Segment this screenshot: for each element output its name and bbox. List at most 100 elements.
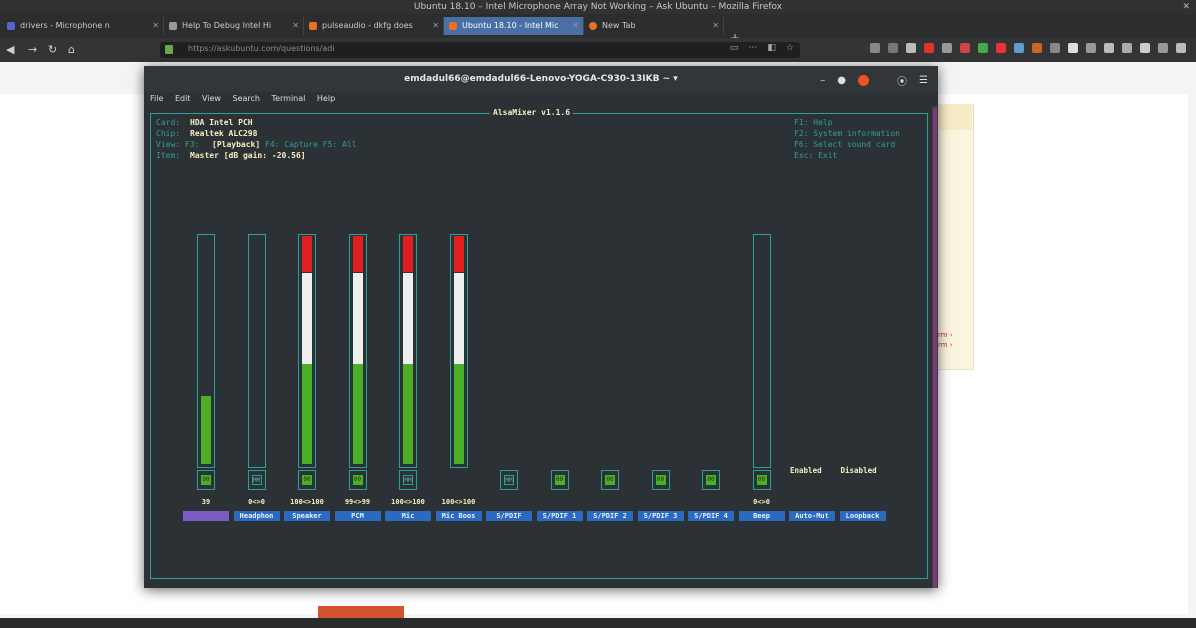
tab-close-icon[interactable]: ✕ xyxy=(292,17,299,35)
reader-view-icon[interactable]: ▭ xyxy=(730,43,739,53)
volume-bar-pcm[interactable] xyxy=(348,234,367,468)
close-icon[interactable] xyxy=(858,75,870,86)
channel-label-master[interactable] xyxy=(183,511,229,521)
close-window-icon[interactable]: ✕ xyxy=(1182,0,1190,14)
enum-value-auto-mut[interactable]: Enabled xyxy=(790,466,822,475)
mute-toggle-pcm[interactable]: 00 xyxy=(348,470,367,490)
volume-fill-red xyxy=(403,236,413,273)
channel-label-s-pdif-3[interactable]: S/PDIF 3 xyxy=(637,511,684,521)
extension-icon[interactable] xyxy=(1032,43,1042,53)
extension-icon[interactable] xyxy=(1086,43,1096,53)
mute-toggle-speaker[interactable]: 00 xyxy=(298,470,316,490)
window-title: Ubuntu 18.10 – Intel Microphone Array No… xyxy=(413,2,783,12)
extension-icon[interactable] xyxy=(1122,43,1132,53)
fkey-select-card: F6: Select sound card xyxy=(794,140,896,149)
mute-toggle-s-pdif[interactable]: MM xyxy=(500,470,518,490)
minimize-icon[interactable]: – xyxy=(820,75,825,86)
volume-fill-red xyxy=(352,236,363,273)
tab-close-icon[interactable]: ✕ xyxy=(432,17,439,35)
mute-toggle-beep[interactable]: 00 xyxy=(752,470,771,490)
volume-fill-red xyxy=(453,236,464,273)
tab-close-icon[interactable]: ✕ xyxy=(152,17,159,35)
channel-label-pcm[interactable]: PCM xyxy=(334,511,381,521)
volume-bar-master[interactable] xyxy=(197,234,215,468)
extension-icon[interactable] xyxy=(978,43,988,53)
sidebar-link[interactable]: rm › xyxy=(938,340,953,350)
menu-file[interactable]: File xyxy=(150,94,163,103)
view-playback[interactable]: [Playback] xyxy=(212,140,260,149)
channel-label-s-pdif-1[interactable]: S/PDIF 1 xyxy=(536,511,583,521)
extension-icon[interactable] xyxy=(1140,43,1150,53)
volume-bar-mic[interactable] xyxy=(399,234,417,468)
mute-toggle-headphon[interactable]: MM xyxy=(247,470,266,490)
reload-button[interactable]: ↻ xyxy=(48,43,57,56)
url-bar[interactable]: https://askubuntu.com/questions/adi ▭ ⋯ … xyxy=(160,42,800,58)
extension-icon[interactable] xyxy=(1158,43,1168,53)
back-button[interactable]: ◀ xyxy=(6,43,14,56)
terminal-window[interactable]: emdadul66@emdadul66-Lenovo-YOGA-C930-13I… xyxy=(144,66,938,588)
extension-icon[interactable] xyxy=(1050,43,1060,53)
extension-icon[interactable] xyxy=(924,43,934,53)
view-other[interactable]: F4: Capture F5: All xyxy=(265,140,357,149)
search-icon[interactable]: ⦿ xyxy=(897,73,907,88)
extension-icon[interactable] xyxy=(996,43,1006,53)
tab-1[interactable]: Help To Debug Intel Hi ✕ xyxy=(164,17,304,35)
channel-label-speaker[interactable]: Speaker xyxy=(284,511,330,521)
menu-terminal[interactable]: Terminal xyxy=(272,94,306,103)
view-value: [Playback] F4: Capture F5: All xyxy=(212,140,357,149)
hamburger-menu-icon[interactable]: ☰ xyxy=(919,75,928,86)
chevron-down-icon[interactable]: ▾ xyxy=(673,74,678,84)
extension-icon[interactable] xyxy=(1014,43,1024,53)
home-button[interactable]: ⌂ xyxy=(68,43,75,56)
channel-label-mic-boos[interactable]: Mic Boos xyxy=(435,511,482,521)
channel-label-loopback[interactable]: Loopback xyxy=(839,511,886,521)
hamburger-menu-icon[interactable] xyxy=(1176,43,1186,53)
scrollbar-thumb[interactable] xyxy=(933,108,937,588)
alsamixer-screen: AlsaMixer v1.1.6 Card: HDA Intel PCH Chi… xyxy=(150,106,930,584)
mute-toggle-s-pdif-3[interactable]: 00 xyxy=(651,470,670,490)
mute-toggle-mic[interactable]: MM xyxy=(399,470,417,490)
tab-0[interactable]: drivers - Microphone n ✕ xyxy=(2,17,164,35)
forward-button[interactable]: → xyxy=(28,43,37,56)
terminal-scrollbar[interactable] xyxy=(932,106,938,588)
menu-view[interactable]: View xyxy=(202,94,221,103)
mute-toggle-s-pdif-2[interactable]: 00 xyxy=(601,470,619,490)
volume-fill-green xyxy=(201,395,211,464)
orange-button[interactable] xyxy=(318,606,404,618)
extension-icon[interactable] xyxy=(1068,43,1078,53)
mute-toggle-s-pdif-1[interactable]: 00 xyxy=(550,470,569,490)
page-actions-icon[interactable]: ⋯ xyxy=(748,43,757,53)
channel-label-s-pdif-4[interactable]: S/PDIF 4 xyxy=(688,511,734,521)
extension-icon[interactable] xyxy=(906,43,916,53)
bookmark-star-icon[interactable]: ☆ xyxy=(786,43,794,53)
volume-bar-headphon[interactable] xyxy=(247,234,266,468)
sidebar-icon[interactable] xyxy=(888,43,898,53)
tab-close-icon[interactable]: ✕ xyxy=(572,17,579,35)
channel-label-headphon[interactable]: Headphon xyxy=(233,511,280,521)
tab-4[interactable]: New Tab ✕ xyxy=(584,17,724,35)
enum-value-loopback[interactable]: Disabled xyxy=(841,466,877,475)
menu-help[interactable]: Help xyxy=(317,94,335,103)
channel-label-mic[interactable]: Mic xyxy=(385,511,431,521)
sidebar-link[interactable]: rm › xyxy=(938,330,953,340)
extension-icon[interactable] xyxy=(942,43,952,53)
channel-label-beep[interactable]: Beep xyxy=(738,511,785,521)
extension-icon[interactable] xyxy=(960,43,970,53)
library-icon[interactable] xyxy=(870,43,880,53)
tab-2[interactable]: pulseaudio - dkfg does ✕ xyxy=(304,17,444,35)
mute-toggle-master[interactable]: 00 xyxy=(197,470,215,490)
volume-bar-mic-boos[interactable] xyxy=(449,234,468,468)
menu-search[interactable]: Search xyxy=(233,94,260,103)
volume-bar-beep[interactable] xyxy=(752,234,771,468)
tab-3-active[interactable]: Ubuntu 18.10 - Intel Mic ✕ xyxy=(444,17,584,35)
maximize-icon[interactable]: ● xyxy=(837,75,846,86)
channel-label-s-pdif-2[interactable]: S/PDIF 2 xyxy=(587,511,633,521)
volume-bar-speaker[interactable] xyxy=(298,234,316,468)
extension-icon[interactable] xyxy=(1104,43,1114,53)
channel-label-s-pdif[interactable]: S/PDIF xyxy=(486,511,532,521)
pocket-icon[interactable]: ◧ xyxy=(767,43,776,53)
tab-close-icon[interactable]: ✕ xyxy=(712,17,719,35)
menu-edit[interactable]: Edit xyxy=(175,94,191,103)
channel-label-auto-mut[interactable]: Auto-Mut xyxy=(789,511,835,521)
mute-toggle-s-pdif-4[interactable]: 00 xyxy=(702,470,720,490)
